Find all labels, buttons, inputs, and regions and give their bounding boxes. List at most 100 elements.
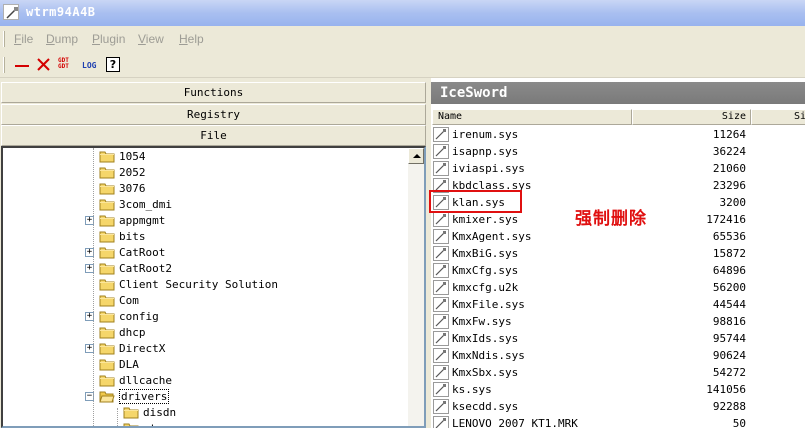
- folder-icon: [99, 214, 115, 227]
- file-row[interactable]: iviaspi.sys 21060: [433, 160, 805, 177]
- column-size[interactable]: Size: [632, 109, 751, 125]
- tree-item[interactable]: etc: [3, 421, 403, 426]
- close-icon: [37, 58, 50, 71]
- tree-item[interactable]: DLA: [3, 357, 403, 373]
- minus-button[interactable]: [12, 55, 34, 75]
- tree-item-label: CatRoot2: [119, 262, 172, 275]
- title-bar: wtrm94A4B: [0, 0, 805, 26]
- file-name: ks.sys: [452, 383, 492, 396]
- file-row[interactable]: KmxNdis.sys 90624: [433, 347, 805, 364]
- functions-header[interactable]: Functions: [1, 82, 426, 103]
- tree-item[interactable]: + DirectX: [3, 341, 403, 357]
- tree-item[interactable]: dhcp: [3, 325, 403, 341]
- file-size: 98816: [712, 315, 746, 328]
- tree-guide-line: [117, 408, 118, 426]
- window-title: wtrm94A4B: [26, 5, 96, 19]
- log-label: LOG: [82, 61, 97, 70]
- file-row[interactable]: KmxSbx.sys 54272: [433, 364, 805, 381]
- file-icon: [433, 314, 449, 329]
- file-row[interactable]: KmxFile.sys 44544: [433, 296, 805, 313]
- app-icon[interactable]: [3, 4, 19, 20]
- file-size: 50: [732, 417, 746, 428]
- help-button[interactable]: ?: [104, 55, 126, 75]
- menu-dump[interactable]: Dump: [46, 32, 78, 46]
- tree-item[interactable]: + CatRoot2: [3, 261, 403, 277]
- tree-item-label: dhcp: [119, 326, 146, 339]
- file-row[interactable]: KmxIds.sys 95744: [433, 330, 805, 347]
- file-size: 54272: [712, 366, 746, 379]
- menu-bar: File Dump Plugin View Help: [0, 26, 805, 52]
- menubar-grip[interactable]: [3, 31, 5, 47]
- file-row[interactable]: KmxFw.sys 98816: [433, 313, 805, 330]
- file-row[interactable]: kmxcfg.u2k 56200: [433, 279, 805, 296]
- menu-help-key: H: [179, 32, 188, 46]
- file-row[interactable]: LENOVO_2007_KT1.MRK 50: [433, 415, 805, 428]
- tree-item[interactable]: bits: [3, 229, 403, 245]
- tree-item[interactable]: 3076: [3, 181, 403, 197]
- folder-icon: [99, 262, 115, 275]
- tree-item[interactable]: disdn: [3, 405, 403, 421]
- file-name: irenum.sys: [452, 128, 519, 141]
- menu-view[interactable]: View: [138, 32, 164, 46]
- arrow-up-icon: [413, 154, 421, 158]
- column-extra[interactable]: Si: [751, 109, 805, 125]
- folder-open-icon: [99, 390, 115, 403]
- toolbar-grip[interactable]: [3, 57, 5, 73]
- tree-item[interactable]: + CatRoot: [3, 245, 403, 261]
- file-row[interactable]: ks.sys 141056: [433, 381, 805, 398]
- file-icon: [433, 399, 449, 414]
- scroll-up-button[interactable]: [408, 148, 424, 164]
- file-row[interactable]: isapnp.sys 36224: [433, 143, 805, 160]
- column-name[interactable]: Name: [432, 109, 632, 125]
- menu-help[interactable]: Help: [179, 32, 204, 46]
- log-button[interactable]: LOG: [82, 55, 104, 75]
- file-size: 65536: [712, 230, 746, 243]
- tree-item[interactable]: 2052: [3, 165, 403, 181]
- folder-icon: [99, 230, 115, 243]
- gdt-button[interactable]: GDT GDT: [58, 55, 80, 75]
- tree-item[interactable]: Client Security Solution: [3, 277, 403, 293]
- menu-view-key: V: [138, 32, 146, 46]
- tree-item[interactable]: dllcache: [3, 373, 403, 389]
- folder-icon: [123, 406, 139, 419]
- folder-icon: [99, 358, 115, 371]
- tree-scrollbar[interactable]: [408, 148, 424, 426]
- file-name: isapnp.sys: [452, 145, 519, 158]
- file-name: kmxcfg.u2k: [452, 281, 519, 294]
- menu-file-rest: ile: [21, 32, 34, 46]
- file-name: KmxSbx.sys: [452, 366, 519, 379]
- delete-button[interactable]: [34, 55, 56, 75]
- toolbar: GDT GDT LOG ?: [0, 52, 805, 78]
- file-row[interactable]: irenum.sys 11264: [433, 126, 805, 143]
- tree-item[interactable]: + appmgmt: [3, 213, 403, 229]
- file-name: LENOVO_2007_KT1.MRK: [452, 417, 578, 428]
- file-row[interactable]: KmxCfg.sys 64896: [433, 262, 805, 279]
- file-size: 44544: [712, 298, 746, 311]
- tree-item-label: Client Security Solution: [119, 278, 278, 291]
- tree-item[interactable]: + config: [3, 309, 403, 325]
- file-header[interactable]: File: [1, 125, 426, 146]
- tree-item-label: DirectX: [119, 342, 166, 355]
- menu-view-rest: iew: [145, 32, 164, 46]
- folder-tree[interactable]: 1054 2052 3076 3com_dmi + appmgmt bits + CatRoot…: [1, 146, 426, 428]
- file-icon: [433, 212, 449, 227]
- tree-item-label: Com: [119, 294, 139, 307]
- file-icon: [433, 229, 449, 244]
- folder-icon: [99, 150, 115, 163]
- tree-item[interactable]: Com: [3, 293, 403, 309]
- tree-item[interactable]: 1054: [3, 149, 403, 165]
- tree-item[interactable]: − drivers: [3, 389, 403, 405]
- menu-file[interactable]: File: [14, 32, 33, 46]
- file-row[interactable]: KmxBiG.sys 15872: [433, 245, 805, 262]
- tree-item-label: appmgmt: [119, 214, 166, 227]
- file-name: iviaspi.sys: [452, 162, 525, 175]
- folder-icon: [99, 166, 115, 179]
- file-row[interactable]: ksecdd.sys 92288: [433, 398, 805, 415]
- tree-item[interactable]: 3com_dmi: [3, 197, 403, 213]
- file-icon: [433, 416, 449, 428]
- file-row[interactable]: KmxAgent.sys 65536: [433, 228, 805, 245]
- menu-plugin[interactable]: Plugin: [92, 32, 125, 46]
- registry-header[interactable]: Registry: [1, 104, 426, 125]
- tree-item-label: DLA: [119, 358, 139, 371]
- minus-icon: [15, 65, 29, 67]
